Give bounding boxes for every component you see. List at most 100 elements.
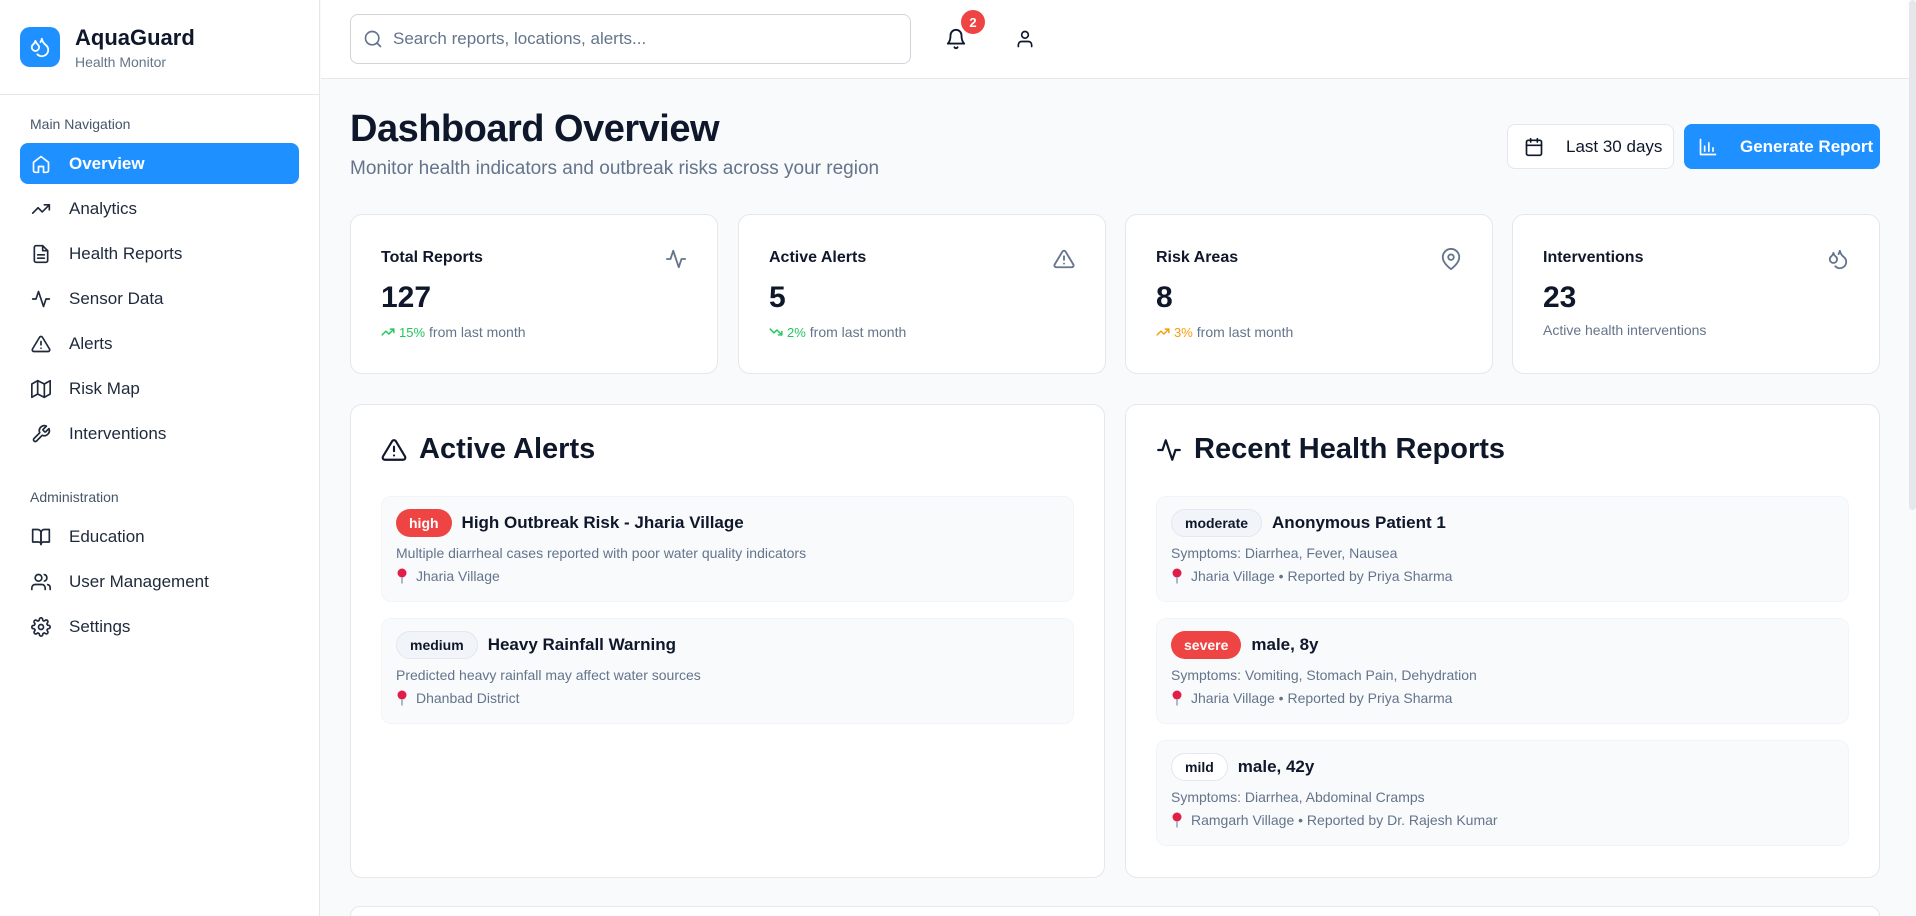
search-input[interactable] (393, 29, 893, 49)
brand-name: AquaGuard (75, 25, 195, 50)
sidebar-item-label: Sensor Data (69, 288, 164, 308)
user-menu-button[interactable] (1010, 24, 1040, 54)
stat-note: Active health interventions (1543, 322, 1707, 338)
top-bar: 2 (321, 0, 1916, 79)
sidebar: AquaGuard Health Monitor Main Navigation… (0, 0, 320, 916)
alert-location: Dhanbad District (396, 690, 520, 706)
sidebar-item-risk-map[interactable]: Risk Map (20, 368, 299, 409)
report-symptoms: Symptoms: Diarrhea, Fever, Nausea (1171, 545, 1398, 561)
brand-subtitle: Health Monitor (75, 54, 167, 70)
alert-item[interactable]: high High Outbreak Risk - Jharia Village… (381, 496, 1074, 602)
gear-icon (31, 616, 51, 637)
page-title: Dashboard Overview (350, 108, 720, 150)
notification-badge: 2 (961, 10, 985, 34)
stat-value: 5 (769, 281, 786, 314)
file-text-icon (31, 244, 51, 264)
generate-report-button[interactable]: Generate Report (1684, 124, 1880, 169)
trending-up-icon (31, 199, 51, 219)
alert-title: Heavy Rainfall Warning (487, 635, 676, 654)
sidebar-item-education[interactable]: Education (20, 516, 299, 557)
alert-triangle-icon (1053, 248, 1075, 270)
stat-card-active-alerts: Active Alerts 5 2% from last month (738, 214, 1106, 374)
report-title: male, 42y (1237, 757, 1315, 776)
stat-value: 23 (1543, 281, 1577, 314)
recent-reports-panel: Recent Health Reports moderate Anonymous… (1125, 404, 1880, 878)
alert-description: Multiple diarrheal cases reported with p… (396, 545, 807, 561)
date-range-button[interactable]: Last 30 days (1507, 124, 1674, 169)
report-item[interactable]: mild male, 42y Symptoms: Diarrhea, Abdom… (1156, 740, 1849, 846)
sidebar-item-interventions[interactable]: Interventions (20, 413, 299, 454)
book-open-icon (31, 527, 51, 547)
panel-title-text: Recent Health Reports (1194, 433, 1506, 465)
meta-text: Jharia Village • Reported by Priya Sharm… (1191, 568, 1453, 584)
report-meta: Ramgarh Village • Reported by Dr. Rajesh… (1171, 812, 1498, 828)
stat-card-total-reports: Total Reports 127 15% from last month (350, 214, 718, 374)
nav-heading-main: Main Navigation (30, 116, 131, 132)
meta-text: Jharia Village • Reported by Priya Sharm… (1191, 690, 1453, 706)
severity-badge: moderate (1171, 509, 1263, 537)
pushpin-icon (1171, 568, 1183, 584)
calendar-icon (1524, 137, 1544, 157)
alert-triangle-icon (381, 437, 407, 463)
stat-label: Active Alerts (769, 249, 867, 266)
wrench-icon (31, 424, 51, 444)
stat-card-risk-areas: Risk Areas 8 3% from last month (1125, 214, 1493, 374)
location-text: Dhanbad District (416, 690, 520, 706)
alert-item[interactable]: medium Heavy Rainfall Warning Predicted … (381, 618, 1074, 724)
scrollbar[interactable] (1909, 0, 1916, 916)
report-meta: Jharia Village • Reported by Priya Sharm… (1171, 568, 1452, 584)
date-range-label: Last 30 days (1566, 136, 1663, 156)
stat-value: 8 (1156, 281, 1173, 314)
scrollbar-thumb[interactable] (1909, 0, 1916, 510)
stat-trend: 15% from last month (381, 324, 526, 340)
sidebar-item-label: Risk Map (69, 378, 140, 398)
sidebar-item-label: Analytics (69, 198, 138, 218)
report-meta: Jharia Village • Reported by Priya Sharm… (1171, 690, 1452, 706)
severity-badge: severe (1171, 631, 1242, 659)
sidebar-item-health-reports[interactable]: Health Reports (20, 233, 299, 274)
brand[interactable]: AquaGuard Health Monitor (0, 0, 319, 95)
activity-icon (31, 289, 51, 309)
stat-trend: 3% from last month (1156, 324, 1293, 340)
alert-location: Jharia Village (396, 568, 500, 584)
sidebar-item-alerts[interactable]: Alerts (20, 323, 299, 364)
severity-badge: high (396, 509, 452, 537)
bell-icon (945, 28, 967, 50)
sidebar-item-settings[interactable]: Settings (20, 606, 299, 647)
stat-card-interventions: Interventions 23 Active health intervent… (1512, 214, 1880, 374)
location-text: Jharia Village (416, 568, 500, 584)
stat-label: Interventions (1543, 249, 1644, 266)
report-title: Anonymous Patient 1 (1272, 513, 1446, 532)
report-symptoms: Symptoms: Vomiting, Stomach Pain, Dehydr… (1171, 667, 1477, 683)
panel-title: Recent Health Reports (1156, 433, 1505, 466)
next-section-card (350, 906, 1880, 916)
pushpin-icon (1171, 812, 1183, 828)
stat-trend: 2% from last month (769, 324, 906, 340)
sidebar-item-user-management[interactable]: User Management (20, 561, 299, 602)
panel-title-text: Active Alerts (419, 433, 596, 465)
sidebar-item-overview[interactable]: Overview (20, 143, 299, 184)
users-icon (31, 572, 51, 592)
report-symptoms: Symptoms: Diarrhea, Abdominal Cramps (1171, 789, 1425, 805)
sidebar-item-label: Settings (69, 616, 131, 636)
sidebar-item-label: Interventions (69, 423, 167, 443)
stat-change: 2% (787, 324, 806, 340)
meta-text: Ramgarh Village • Reported by Dr. Rajesh… (1191, 812, 1498, 828)
sidebar-item-label: Overview (69, 153, 145, 173)
severity-badge: medium (396, 631, 478, 659)
report-item[interactable]: moderate Anonymous Patient 1 Symptoms: D… (1156, 496, 1849, 602)
sidebar-item-sensor-data[interactable]: Sensor Data (20, 278, 299, 319)
droplets-icon (1827, 248, 1849, 270)
home-icon (31, 154, 51, 174)
sidebar-item-analytics[interactable]: Analytics (20, 188, 299, 229)
stat-value: 127 (381, 281, 432, 314)
alert-title: High Outbreak Risk - Jharia Village (461, 513, 744, 532)
trending-up-icon (1156, 325, 1170, 339)
trending-down-icon (769, 325, 783, 339)
search-box[interactable] (350, 14, 911, 64)
pushpin-icon (396, 690, 408, 706)
stat-change: 15% (399, 324, 426, 340)
report-item[interactable]: severe male, 8y Symptoms: Vomiting, Stom… (1156, 618, 1849, 724)
map-pin-icon (1440, 248, 1462, 270)
stat-label: Total Reports (381, 249, 483, 266)
